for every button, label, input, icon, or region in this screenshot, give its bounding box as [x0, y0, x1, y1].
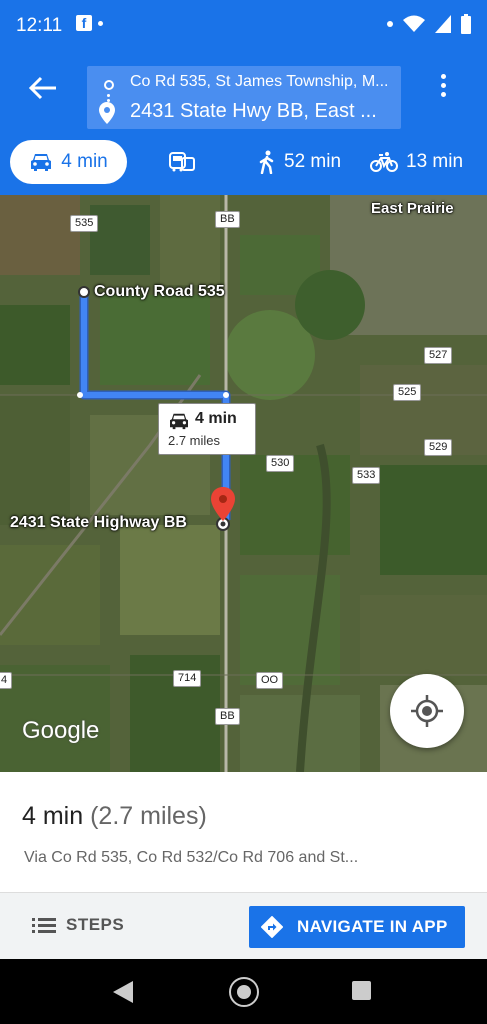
nav-recents-icon[interactable]	[352, 981, 371, 1000]
place-east-prairie: East Prairie	[371, 200, 454, 217]
walk-icon	[259, 150, 274, 174]
route-dots-icon	[107, 94, 110, 97]
car-icon	[31, 154, 52, 171]
callout-distance: 2.7 miles	[168, 433, 221, 448]
route-shield: 530	[266, 455, 295, 472]
route-shield: 533	[352, 467, 381, 484]
route-shield: 527	[424, 347, 453, 364]
directions-header: Co Rd 535, St James Township, M... 2431 …	[0, 50, 487, 195]
origin-field[interactable]: Co Rd 535, St James Township, M...	[130, 73, 392, 91]
nav-back-icon[interactable]	[113, 981, 133, 1003]
route-summary[interactable]: 4 min (2.7 miles) Via Co Rd 535, Co Rd 5…	[0, 772, 487, 892]
walk-time: 52 min	[284, 151, 342, 172]
route-shield: BB	[215, 211, 240, 228]
route-shield: 525	[393, 384, 422, 401]
start-label: County Road 535	[94, 283, 225, 300]
route-shield: 529	[424, 439, 453, 456]
summary-time: 4 min	[22, 802, 84, 830]
my-location-icon	[411, 695, 443, 727]
steps-button[interactable]: STEPS	[32, 915, 124, 935]
signal-icon	[435, 15, 451, 33]
status-bar: 12:11 f	[0, 0, 487, 50]
google-watermark: Google	[22, 717, 100, 744]
origin-dot-icon	[104, 80, 114, 90]
summary-via: Via Co Rd 535, Co Rd 532/Co Rd 706 and S…	[24, 849, 359, 866]
end-label: 2431 State Highway BB	[10, 514, 187, 531]
action-bar: STEPS NAVIGATE IN APP	[0, 892, 487, 960]
car-icon	[170, 413, 188, 430]
steps-label: STEPS	[66, 915, 125, 934]
destination-pin-icon	[99, 102, 115, 124]
tab-bike[interactable]: 13 min	[370, 140, 463, 184]
transit-icon	[169, 152, 195, 172]
summary-distance: (2.7 miles)	[90, 802, 207, 830]
tab-transit[interactable]	[168, 140, 196, 184]
drive-time: 4 min	[61, 151, 108, 172]
notification-dot-icon	[98, 21, 103, 26]
navigate-label: NAVIGATE IN APP	[297, 917, 448, 936]
nav-home-icon[interactable]	[229, 977, 259, 1007]
bike-time: 13 min	[406, 151, 464, 172]
route-callout[interactable]: 4 min 2.7 miles	[158, 403, 256, 455]
more-options-icon[interactable]	[436, 74, 450, 104]
callout-time: 4 min	[195, 410, 237, 427]
route-shield: BB	[215, 708, 240, 725]
facebook-notification-icon: f	[76, 15, 92, 31]
tab-drive[interactable]: 4 min	[10, 140, 127, 184]
status-time: 12:11	[16, 15, 63, 36]
alarm-dot-icon	[387, 21, 393, 27]
directions-icon	[261, 916, 283, 938]
travel-mode-tabs: 4 min 52 min 13 min	[0, 140, 487, 188]
battery-icon	[461, 14, 471, 34]
list-icon	[32, 918, 56, 933]
satellite-map[interactable]: 535 BB 527 525 530 533 529 714 OO BB 4 E…	[0, 195, 487, 772]
navigate-in-app-button[interactable]: NAVIGATE IN APP	[249, 906, 465, 948]
my-location-button[interactable]	[390, 674, 464, 748]
wifi-icon	[403, 15, 425, 32]
route-shield: 4	[0, 672, 13, 689]
route-shield: 714	[173, 670, 202, 687]
bike-icon	[370, 152, 398, 172]
destination-field[interactable]: 2431 State Hwy BB, East ...	[130, 100, 392, 123]
route-shield: 535	[70, 215, 99, 232]
status-icons	[387, 14, 471, 34]
back-arrow-icon[interactable]	[28, 76, 58, 100]
summary-duration: 4 min (2.7 miles)	[22, 802, 207, 831]
system-navigation-bar	[0, 959, 487, 1024]
route-shield: OO	[256, 672, 284, 689]
route-input-box[interactable]: Co Rd 535, St James Township, M... 2431 …	[87, 66, 401, 129]
tab-walk[interactable]: 52 min	[258, 140, 341, 184]
destination-marker-icon	[211, 487, 235, 521]
